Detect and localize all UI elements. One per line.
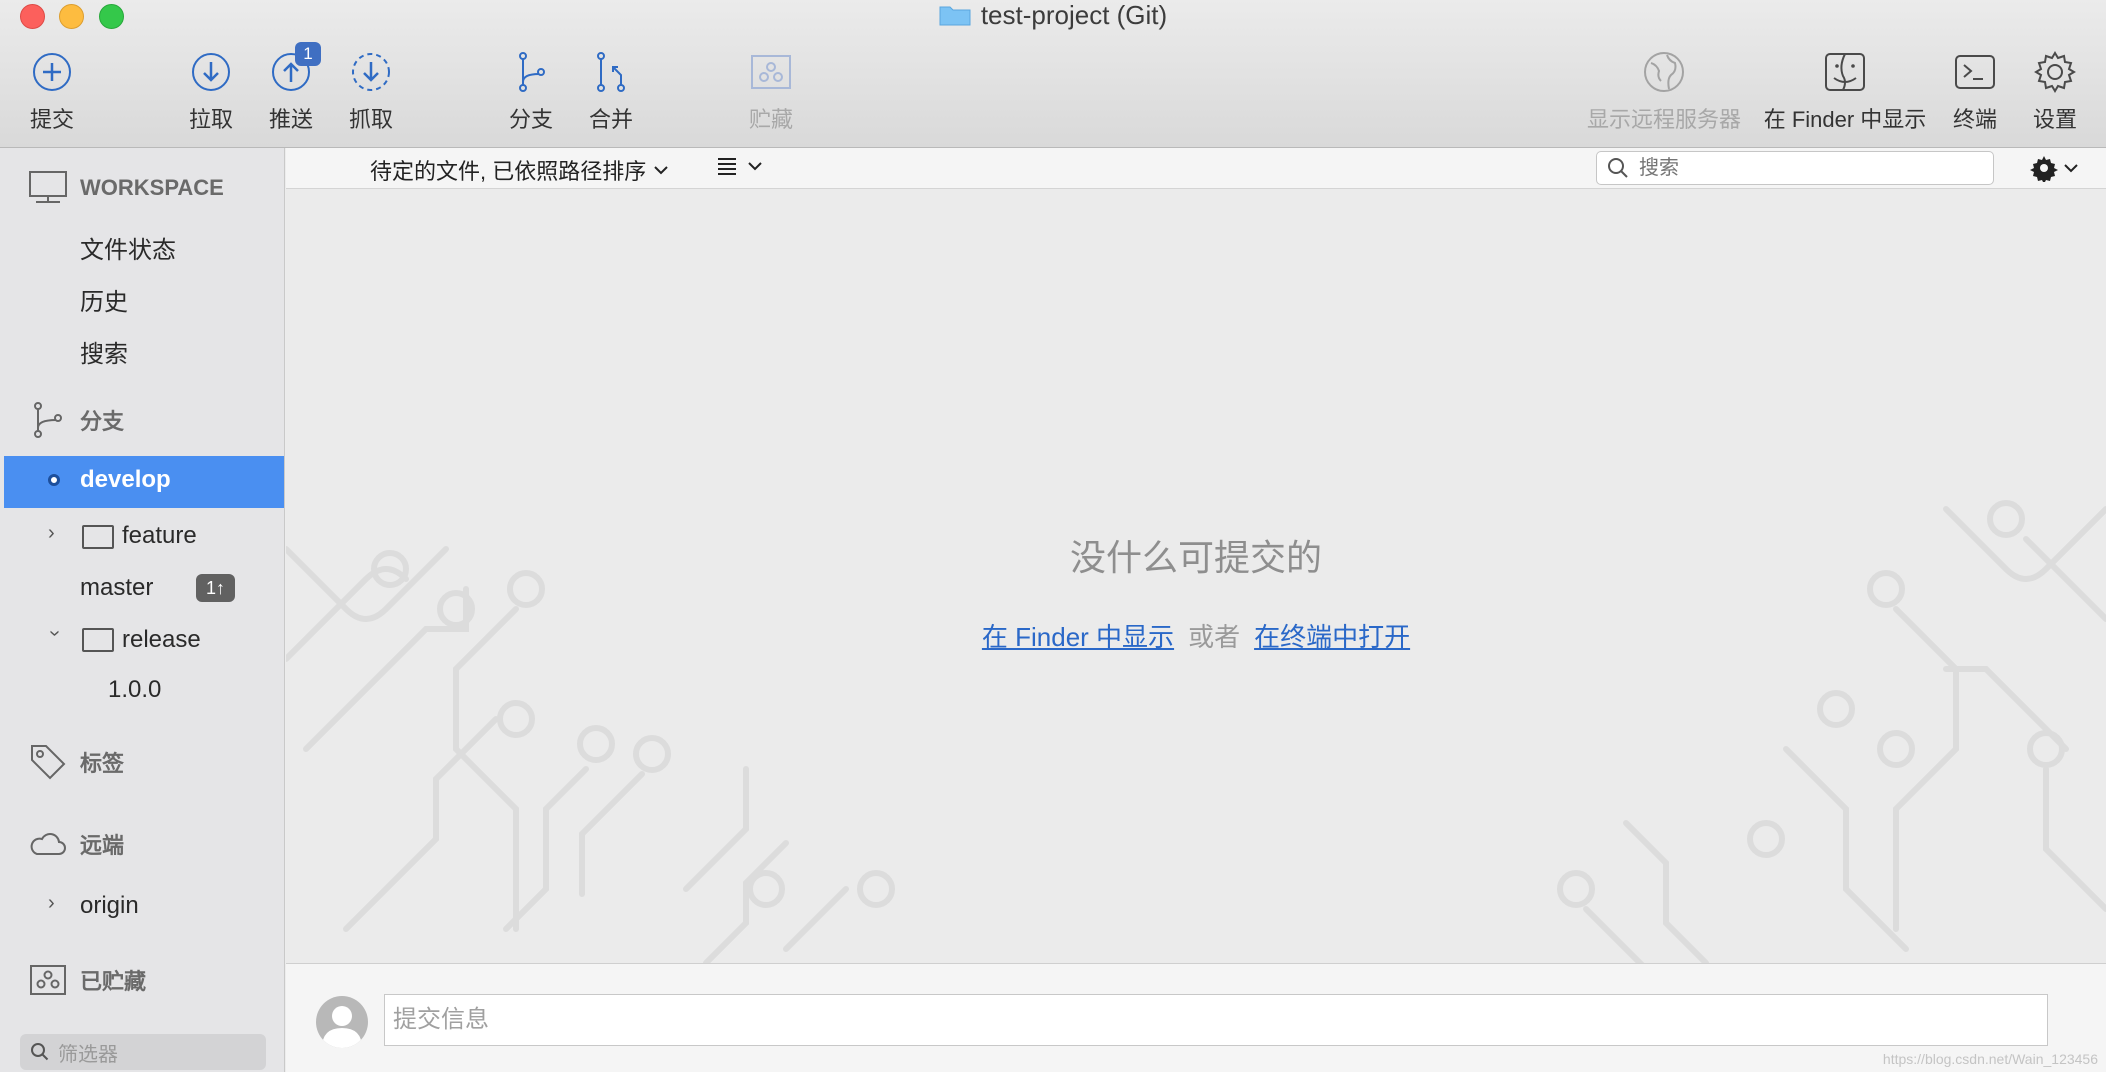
folder-icon xyxy=(82,628,114,652)
search-icon xyxy=(1608,158,1628,178)
stash-label: 贮藏 xyxy=(748,107,793,132)
chevron-down-icon xyxy=(654,166,668,175)
sidebar-remote-origin[interactable]: origin xyxy=(80,892,139,920)
terminal-icon xyxy=(1955,55,1995,89)
show-remote-button[interactable]: 显示远程服务器 xyxy=(1574,48,1754,134)
monitor-icon xyxy=(29,171,67,203)
sidebar: WORKSPACE 文件状态 历史 搜索 分支 develop › featur… xyxy=(0,148,285,1072)
avatar xyxy=(316,996,368,1048)
merge-label: 合并 xyxy=(588,107,633,132)
branch-label: 分支 xyxy=(508,107,553,132)
commit-button[interactable]: 提交 xyxy=(0,48,107,134)
master-ahead-count-badge: 1↑ xyxy=(196,574,236,602)
view-mode-dropdown[interactable] xyxy=(716,156,762,176)
stash-button[interactable]: 贮藏 xyxy=(716,48,826,134)
filter-placeholder: 筛选器 xyxy=(58,1043,118,1066)
chevron-down-icon xyxy=(748,162,762,171)
push-label: 推送 xyxy=(268,107,313,132)
sidebar-item-file-status[interactable]: 文件状态 xyxy=(80,230,176,265)
stash-box-icon xyxy=(30,965,66,995)
sidebar-header-branches: 分支 xyxy=(28,402,124,438)
settings-button[interactable]: 设置 xyxy=(2000,48,2106,134)
sidebar-folder-feature[interactable]: feature xyxy=(122,522,197,550)
sort-mode-dropdown[interactable]: 待定的文件, 已依照路径排序 xyxy=(370,154,668,186)
app-window: test-project (Git) 提交 拉取 1 推送 抓取 分支 合并 贮… xyxy=(0,0,2106,1072)
or-separator: 或者 xyxy=(1188,622,1241,652)
gear-icon xyxy=(2030,156,2058,182)
plus-circle-icon xyxy=(33,53,71,91)
sidebar-filter-field[interactable]: 筛选器 xyxy=(20,1034,266,1070)
gear-icon xyxy=(2034,51,2076,93)
pending-files-area: 没什么可提交的 在 Finder 中显示 或者 在终端中打开 xyxy=(286,189,2106,963)
open-in-terminal-link[interactable]: 在终端中打开 xyxy=(1254,617,1410,654)
stashes-header-text: 已贮藏 xyxy=(80,969,147,994)
commit-message-input[interactable] xyxy=(384,994,2048,1046)
globe-icon xyxy=(1644,52,1684,92)
branch-icon xyxy=(519,52,545,92)
search-field[interactable] xyxy=(1596,151,1994,185)
sidebar-header-remotes: 远端 xyxy=(28,826,124,862)
merge-button[interactable]: 合并 xyxy=(556,48,666,134)
workspace-header-text: WORKSPACE xyxy=(80,175,224,200)
sidebar-branch-develop[interactable]: develop xyxy=(4,456,284,508)
chevron-down-icon xyxy=(2064,164,2078,173)
cloud-icon xyxy=(30,833,66,855)
watermark-text: https://blog.csdn.net/Wain_123456 xyxy=(1882,1051,2098,1067)
sidebar-branch-master[interactable]: master xyxy=(80,574,153,602)
chevron-down-icon[interactable]: › xyxy=(43,630,66,637)
sidebar-header-workspace: WORKSPACE xyxy=(28,170,224,206)
search-icon xyxy=(31,1043,49,1061)
chevron-right-icon[interactable]: › xyxy=(48,892,55,915)
window-title-text: test-project (Git) xyxy=(980,0,1168,30)
commit-label: 提交 xyxy=(29,107,74,132)
tags-header-text: 标签 xyxy=(80,751,125,776)
sort-mode-label: 待定的文件, 已依照路径排序 xyxy=(370,159,647,184)
show-in-finder-button[interactable]: 在 Finder 中显示 xyxy=(1750,48,1940,134)
remotes-header-text: 远端 xyxy=(80,833,125,858)
pull-label: 拉取 xyxy=(188,107,233,132)
pull-arrow-icon xyxy=(192,53,230,91)
develop-branch-label: develop xyxy=(80,466,171,493)
chevron-right-icon[interactable]: › xyxy=(48,522,55,545)
sidebar-item-search[interactable]: 搜索 xyxy=(80,334,128,369)
empty-state-actions: 在 Finder 中显示 或者 在终端中打开 xyxy=(286,617,2106,654)
settings-label: 设置 xyxy=(2032,107,2077,132)
window-title: test-project (Git) xyxy=(0,0,2106,30)
show-in-finder-link[interactable]: 在 Finder 中显示 xyxy=(982,617,1174,654)
sidebar-folder-release[interactable]: release xyxy=(122,626,201,654)
branch-icon xyxy=(34,402,62,438)
current-branch-indicator xyxy=(48,474,60,486)
terminal-label: 终端 xyxy=(1952,107,1997,132)
sidebar-header-tags: 标签 xyxy=(28,744,124,780)
show-remote-label: 显示远程服务器 xyxy=(1586,107,1741,132)
fetch-button[interactable]: 抓取 xyxy=(316,48,426,134)
list-icon xyxy=(718,158,736,175)
fetch-arrow-icon xyxy=(352,53,390,91)
branches-header-text: 分支 xyxy=(80,409,125,434)
file-list-toolbar: 待定的文件, 已依照路径排序 xyxy=(286,148,2106,189)
show-in-finder-label: 在 Finder 中显示 xyxy=(1763,107,1927,132)
sidebar-header-stashes: 已贮藏 xyxy=(28,962,146,998)
sidebar-branch-release-1-0-0[interactable]: 1.0.0 xyxy=(108,676,161,704)
sidebar-item-history[interactable]: 历史 xyxy=(80,282,128,317)
search-input[interactable] xyxy=(1637,155,1961,181)
file-options-dropdown[interactable] xyxy=(2030,154,2078,182)
folder-icon xyxy=(82,525,114,549)
merge-icon xyxy=(597,52,625,92)
folder-icon xyxy=(939,6,971,26)
stash-box-icon xyxy=(751,55,791,89)
user-silhouette-icon xyxy=(322,1006,362,1048)
commit-message-area: https://blog.csdn.net/Wain_123456 xyxy=(286,963,2106,1072)
toolbar-chrome: test-project (Git) 提交 拉取 1 推送 抓取 分支 合并 贮… xyxy=(0,0,2106,148)
tag-icon xyxy=(31,745,66,780)
empty-state-title: 没什么可提交的 xyxy=(1069,537,1322,578)
finder-icon xyxy=(1825,53,1865,91)
fetch-label: 抓取 xyxy=(348,107,393,132)
